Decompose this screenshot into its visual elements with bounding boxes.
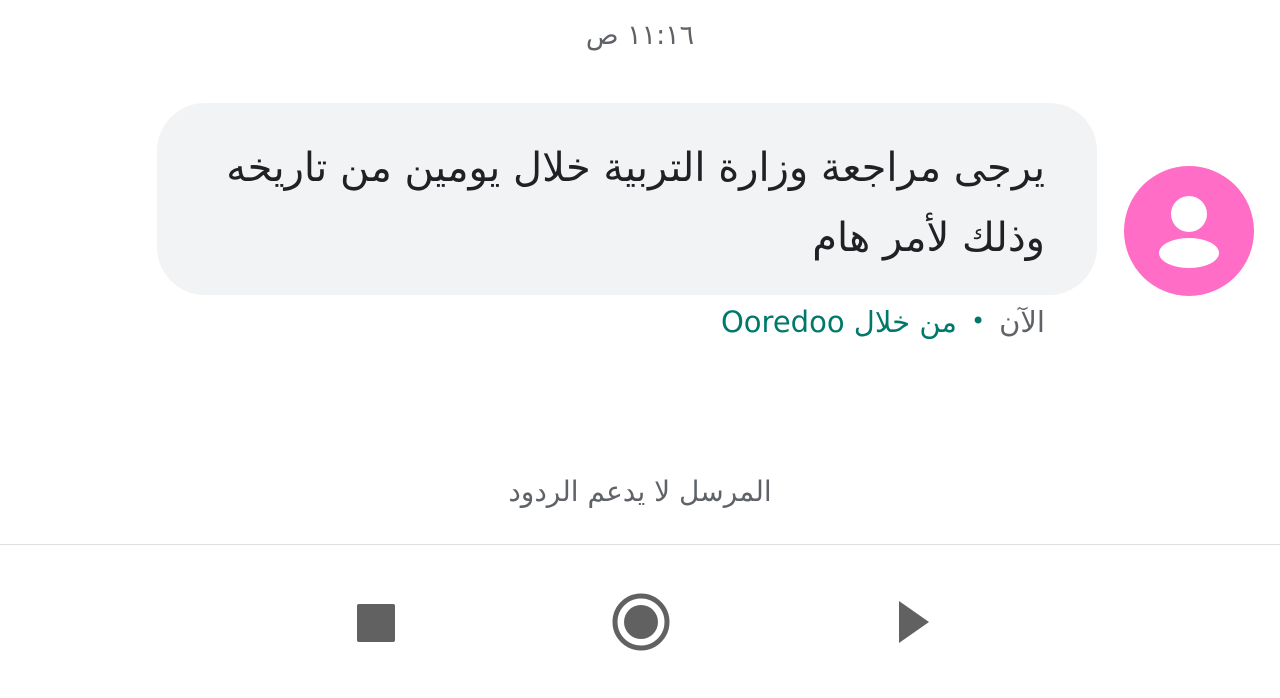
sender-avatar[interactable] xyxy=(1124,166,1254,296)
status-separator-dot: • xyxy=(970,307,986,335)
message-text: يرجى مراجعة وزارة التربية خلال يومين من … xyxy=(226,145,1045,261)
messages-screen: ١١:١٦ ص يرجى مراجعة وزارة التربية خلال ي… xyxy=(0,0,1280,698)
message-status-time: الآن xyxy=(999,305,1045,339)
back-triangle-icon xyxy=(899,601,929,643)
home-button[interactable] xyxy=(606,590,676,654)
recents-button[interactable] xyxy=(341,590,411,654)
person-icon xyxy=(1159,196,1219,268)
nav-divider xyxy=(0,544,1280,545)
back-button[interactable] xyxy=(876,590,946,654)
recents-square-icon xyxy=(357,604,395,642)
message-bubble[interactable]: يرجى مراجعة وزارة التربية خلال يومين من … xyxy=(157,103,1097,295)
message-status: الآن • من خلال Ooredoo xyxy=(721,300,1045,346)
home-circle-icon xyxy=(612,593,670,651)
message-via-carrier: من خلال Ooredoo xyxy=(720,305,957,339)
no-reply-notice: المرسل لا يدعم الردود xyxy=(508,475,772,508)
message-timestamp: ١١:١٦ ص xyxy=(585,20,695,51)
